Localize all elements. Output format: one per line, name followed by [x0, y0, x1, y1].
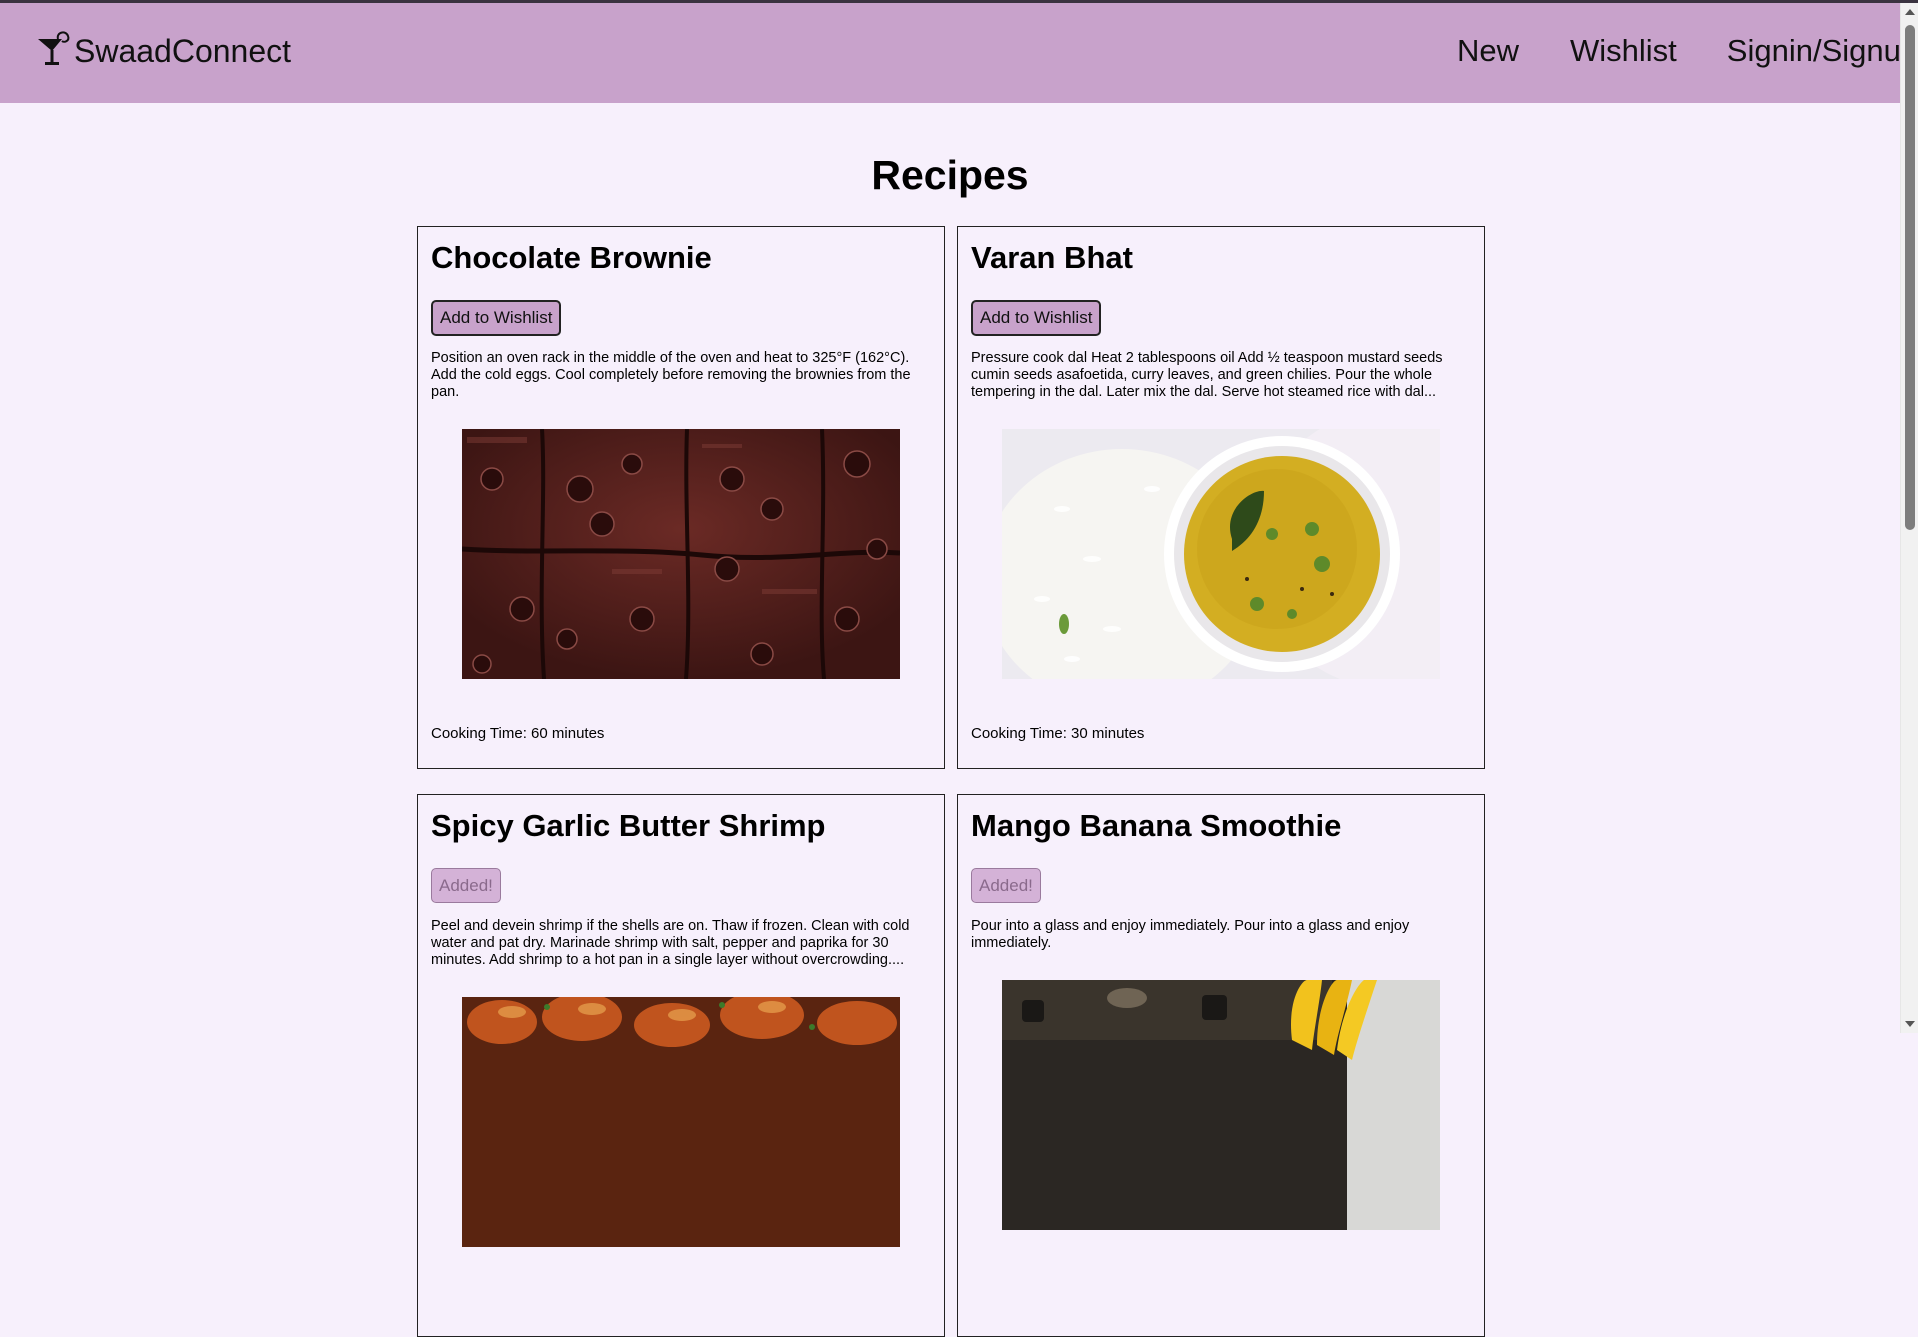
recipe-title: Varan Bhat: [971, 240, 1133, 275]
cooking-time: Cooking Time: 30 minutes: [971, 725, 1145, 742]
recipe-image-smoothie: [1002, 980, 1440, 1230]
recipe-description: Position an oven rack in the middle of t…: [431, 350, 911, 400]
scrollbar-thumb[interactable]: [1905, 25, 1915, 530]
cocktail-glass-icon: [38, 31, 70, 65]
brand-name: SwaadConnect: [74, 32, 292, 69]
scroll-up-arrow-icon[interactable]: [1905, 9, 1915, 15]
nav-signin[interactable]: Signin/Signup: [1727, 33, 1918, 69]
cooking-time: Cooking Time: 60 minutes: [431, 725, 605, 742]
added-button[interactable]: Added!: [431, 868, 501, 903]
recipe-grid: Chocolate Brownie Add to Wishlist Positi…: [417, 226, 1485, 1337]
added-button[interactable]: Added!: [971, 868, 1041, 903]
recipe-title: Chocolate Brownie: [431, 240, 712, 275]
recipe-card: Varan Bhat Add to Wishlist Pressure cook…: [957, 226, 1485, 769]
navbar: SwaadConnect New Wishlist Signin/Signup: [0, 3, 1918, 103]
add-to-wishlist-button[interactable]: Add to Wishlist: [431, 300, 562, 336]
recipe-image-varan-bhat: [1002, 429, 1440, 679]
recipe-title: Mango Banana Smoothie: [971, 808, 1342, 843]
recipe-card: Mango Banana Smoothie Added! Pour into a…: [957, 794, 1485, 1337]
recipe-image-shrimp: [462, 997, 900, 1247]
recipe-description: Pour into a glass and enjoy immediately.…: [971, 918, 1410, 951]
nav-new[interactable]: New: [1457, 33, 1519, 69]
page-title: Recipes: [871, 152, 1029, 198]
recipe-title: Spicy Garlic Butter Shrimp: [431, 808, 826, 843]
add-to-wishlist-button[interactable]: Add to Wishlist: [971, 300, 1102, 336]
nav-links: New Wishlist Signin/Signup: [1457, 33, 1918, 69]
recipe-card: Chocolate Brownie Add to Wishlist Positi…: [417, 226, 945, 769]
recipe-card: Spicy Garlic Butter Shrimp Added! Peel a…: [417, 794, 945, 1337]
scroll-down-arrow-icon[interactable]: [1905, 1021, 1915, 1027]
recipe-description: Peel and devein shrimp if the shells are…: [431, 918, 910, 968]
recipe-image-brownie: [462, 429, 900, 679]
recipe-description: Pressure cook dal Heat 2 tablespoons oil…: [971, 350, 1443, 400]
brand[interactable]: SwaadConnect: [36, 31, 291, 71]
scrollbar[interactable]: [1900, 3, 1918, 1033]
nav-wishlist[interactable]: Wishlist: [1570, 33, 1677, 69]
